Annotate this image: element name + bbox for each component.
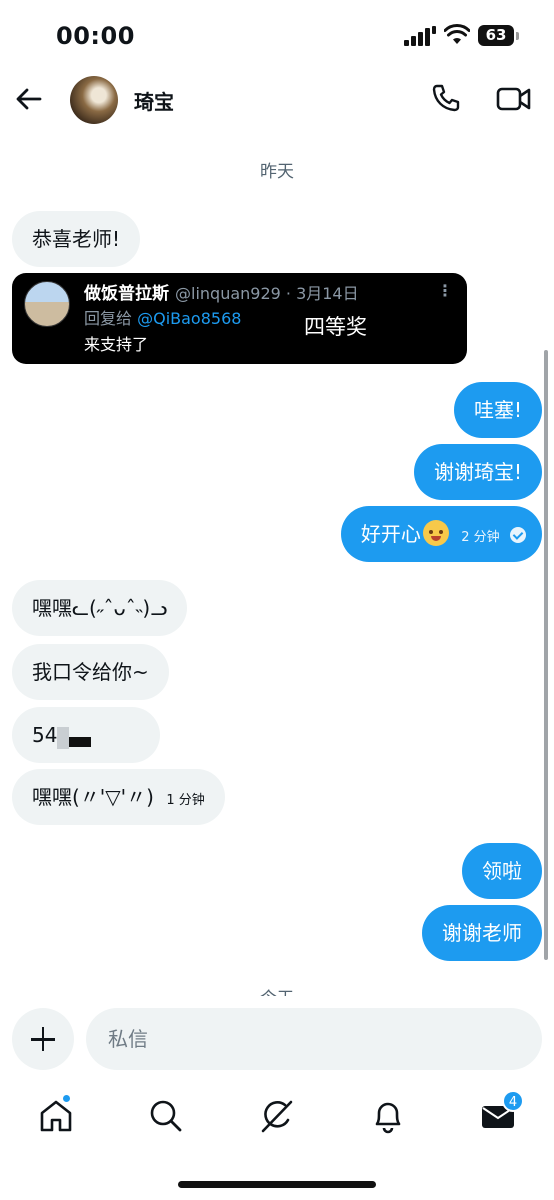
contact-name[interactable]: 琦宝 xyxy=(134,86,174,115)
search-icon xyxy=(150,1100,182,1132)
nav-grok[interactable] xyxy=(257,1096,297,1136)
nav-home[interactable] xyxy=(36,1094,76,1136)
read-receipt-icon xyxy=(510,527,526,543)
message-bubble-incoming[interactable]: 恭喜老师! xyxy=(12,211,141,267)
quoted-author-avatar xyxy=(24,281,70,327)
phone-icon[interactable] xyxy=(430,82,462,114)
quoted-post-card[interactable]: 做饭普拉斯 @linquan929 · 3月14日 ⋮ 回复给 @QiBao856… xyxy=(12,273,467,364)
notifications-icon xyxy=(375,1102,401,1134)
message-timestamp: 1 分钟 xyxy=(166,793,205,808)
quoted-author-line: 做饭普拉斯 @linquan929 · 3月14日 xyxy=(84,279,359,304)
grok-icon xyxy=(261,1100,293,1133)
message-bubble-incoming[interactable]: 我口令给你~ xyxy=(12,644,169,700)
date-divider-yesterday: 昨天 xyxy=(260,162,294,182)
message-timestamp: 2 分钟 xyxy=(461,530,500,545)
message-text: 嘿嘿ᓚ(˶ˆᴗˆ˵)ᓗ xyxy=(32,596,168,620)
scrollbar[interactable] xyxy=(544,350,548,960)
quoted-post-body: 来支持了 xyxy=(84,335,149,354)
cellular-signal-icon xyxy=(404,26,436,46)
message-text: 恭喜老师! xyxy=(32,227,121,251)
more-options-icon[interactable]: ⋮ xyxy=(437,281,453,300)
message-bubble-outgoing[interactable]: 谢谢老师 xyxy=(422,905,542,961)
quoted-post-image-text: 四等奖 xyxy=(304,315,367,339)
contact-avatar[interactable] xyxy=(70,76,118,124)
message-text: 哇塞! xyxy=(473,398,522,422)
message-text: 54 xyxy=(32,723,58,747)
status-time: 00:00 xyxy=(56,22,135,50)
message-bubble-incoming[interactable]: 54 xyxy=(12,707,160,763)
home-icon xyxy=(40,1100,72,1132)
message-bubble-incoming[interactable]: 嘿嘿(〃'▽'〃) 1 分钟 xyxy=(12,769,225,825)
date-divider-today: 今天 xyxy=(0,984,554,996)
message-bubble-outgoing[interactable]: 谢谢琦宝! xyxy=(413,444,542,500)
message-text: 谢谢老师 xyxy=(442,921,522,945)
message-text: 好开心 xyxy=(360,522,421,546)
home-indicator xyxy=(178,1181,376,1188)
battery-icon: 63 xyxy=(478,25,514,46)
back-arrow-icon[interactable] xyxy=(14,84,44,114)
nav-search[interactable] xyxy=(146,1096,186,1136)
message-text: 谢谢琦宝! xyxy=(433,460,522,484)
wifi-icon xyxy=(444,24,470,44)
status-bar: 00:00 63 xyxy=(0,0,554,70)
nav-notifications[interactable] xyxy=(368,1096,408,1136)
message-composer: 私信 xyxy=(0,1000,554,1080)
message-bubble-outgoing[interactable]: 哇塞! xyxy=(453,382,542,438)
reply-prefix: 回复给 xyxy=(84,309,133,328)
reply-mention-link[interactable]: @QiBao8568 xyxy=(137,309,241,328)
quoted-author-handle: @linquan929 · 3月14日 xyxy=(175,284,359,303)
video-call-icon[interactable] xyxy=(496,84,532,114)
quoted-author-name: 做饭普拉斯 xyxy=(84,284,169,304)
messages-unread-badge: 4 xyxy=(502,1090,524,1112)
quoted-reply-line: 回复给 @QiBao8568 xyxy=(84,305,241,329)
battery-cap xyxy=(516,32,519,40)
message-text: 嘿嘿(〃'▽'〃) xyxy=(32,785,154,809)
home-notification-dot xyxy=(62,1094,71,1103)
redacted-code xyxy=(57,725,101,749)
message-text: 我口令给你~ xyxy=(32,660,149,684)
conversation-header: 琦宝 xyxy=(0,70,554,130)
message-input[interactable]: 私信 xyxy=(86,1008,542,1070)
message-text: 领啦 xyxy=(482,859,522,883)
partying-face-emoji-icon xyxy=(422,520,449,546)
nav-messages[interactable]: 4 xyxy=(478,1090,524,1136)
add-attachment-button[interactable] xyxy=(12,1008,74,1070)
message-bubble-incoming[interactable]: 嘿嘿ᓚ(˶ˆᴗˆ˵)ᓗ xyxy=(12,580,188,636)
message-bubble-outgoing[interactable]: 领啦 xyxy=(462,843,542,899)
battery-percent: 63 xyxy=(485,26,507,44)
message-bubble-outgoing[interactable]: 好开心 2 分钟 xyxy=(340,506,542,562)
